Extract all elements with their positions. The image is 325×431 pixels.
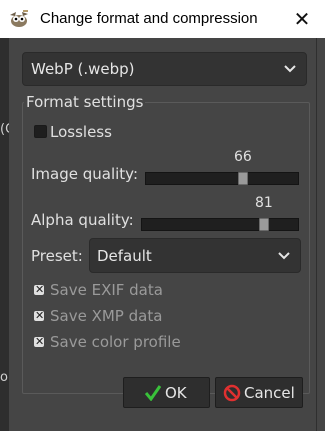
background-text-fragment: o [0,370,8,385]
preset-label: Preset: [31,247,83,265]
save-color-profile-checkbox[interactable]: ✕ [34,335,45,348]
title-bar: Change format and compression ✕ [0,0,325,38]
cancel-button-label: Cancel [244,384,295,402]
checkmark-icon: ✕ [35,335,45,348]
save-exif-label: Save EXIF data [50,281,163,299]
save-exif-checkbox[interactable]: ✕ [34,283,45,296]
checkmark-icon [145,385,161,401]
image-quality-slider[interactable] [145,172,299,185]
save-xmp-checkbox[interactable]: ✕ [34,309,45,322]
alpha-quality-value: 81 [255,195,273,211]
change-format-dialog: WebP (.webp) Format settings Lossless Im… [9,38,317,431]
save-xmp-label: Save XMP data [50,307,163,325]
ok-button-label: OK [165,384,187,402]
gimp-app-icon [10,10,28,27]
image-quality-value: 66 [234,149,252,165]
format-dropdown-value: WebP (.webp) [31,60,135,78]
chevron-down-icon [284,65,296,73]
cancel-icon [223,384,241,402]
format-settings-title: Format settings [24,93,146,111]
cancel-button[interactable]: Cancel [215,377,303,408]
image-quality-slider-handle[interactable] [238,172,248,185]
lossless-label: Lossless [50,123,112,141]
chevron-down-icon [278,252,290,260]
format-dropdown[interactable]: WebP (.webp) [22,52,307,86]
window-title: Change format and compression [40,10,258,27]
lossless-checkbox[interactable] [34,125,47,138]
alpha-quality-label: Alpha quality: [31,211,134,229]
close-button[interactable]: ✕ [279,0,325,38]
alpha-quality-slider[interactable] [141,218,299,231]
preset-dropdown[interactable]: Default [89,238,301,273]
image-quality-label: Image quality: [31,165,139,183]
checkmark-icon: ✕ [35,309,45,322]
checkmark-icon: ✕ [35,283,45,296]
close-icon: ✕ [293,8,311,31]
background-window-edge: (C o [0,38,14,431]
ok-button[interactable]: OK [123,377,210,408]
save-color-profile-label: Save color profile [50,333,181,351]
alpha-quality-slider-handle[interactable] [259,218,269,231]
preset-dropdown-value: Default [97,247,152,265]
